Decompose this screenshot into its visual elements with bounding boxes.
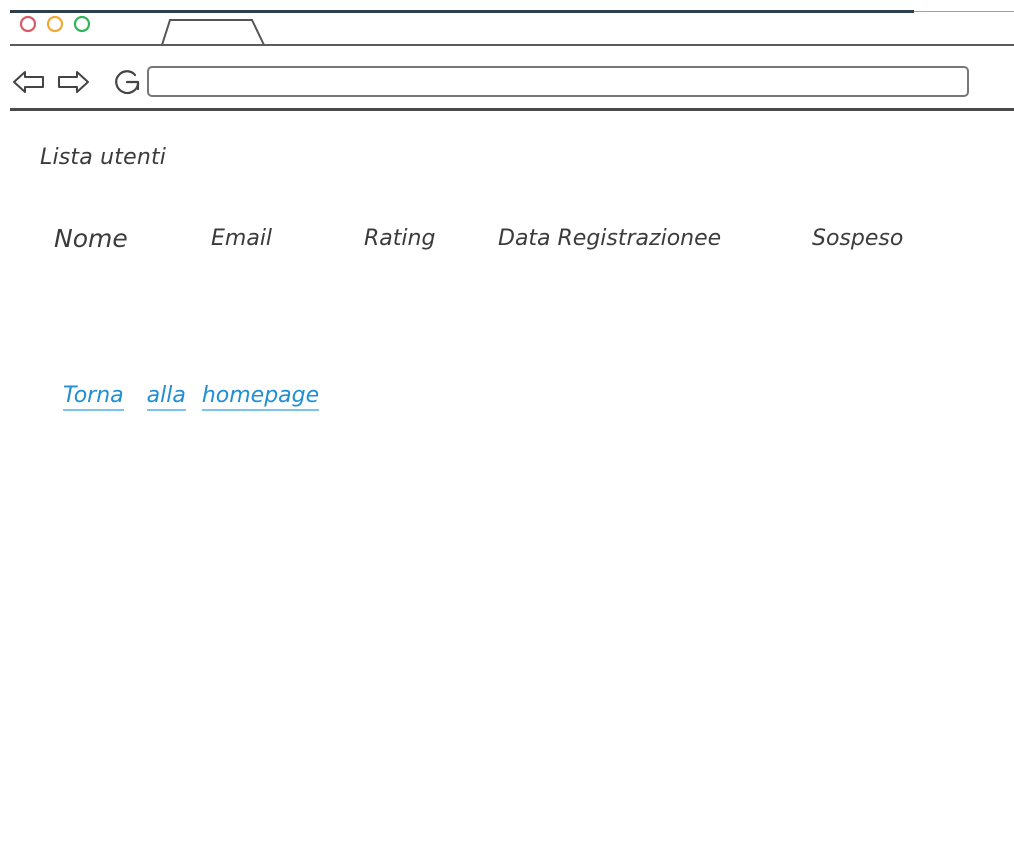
close-window-button[interactable] [19,15,37,33]
browser-top-border [10,10,914,13]
user-table-header: Nome Email Rating Data Registrazionee So… [0,224,1014,260]
reload-icon[interactable] [110,66,146,98]
window-controls [19,15,91,33]
forward-arrow-icon[interactable] [54,68,90,96]
browser-top-border-right [914,11,1014,12]
maximize-window-button[interactable] [73,15,91,33]
column-header-sospeso: Sospeso [812,226,904,251]
column-header-email: Email [211,226,273,251]
browser-tab[interactable] [160,18,268,46]
homepage-link-word-torna: Torna [63,383,124,411]
page-title: Lista utenti [40,145,167,170]
toolbar-divider [10,108,1014,111]
column-header-rating: Rating [364,226,436,251]
back-arrow-icon[interactable] [12,68,48,96]
tab-bar-divider [10,44,1014,46]
column-header-data-registrazione: Data Registrazionee [498,226,722,251]
homepage-link-word-alla: alla [146,383,186,411]
address-bar[interactable] [147,66,969,97]
homepage-link-word-homepage: homepage [201,383,320,411]
minimize-window-button[interactable] [46,15,64,33]
back-to-homepage-link[interactable]: Torna alla homepage [63,380,320,412]
column-header-nome: Nome [54,224,128,253]
